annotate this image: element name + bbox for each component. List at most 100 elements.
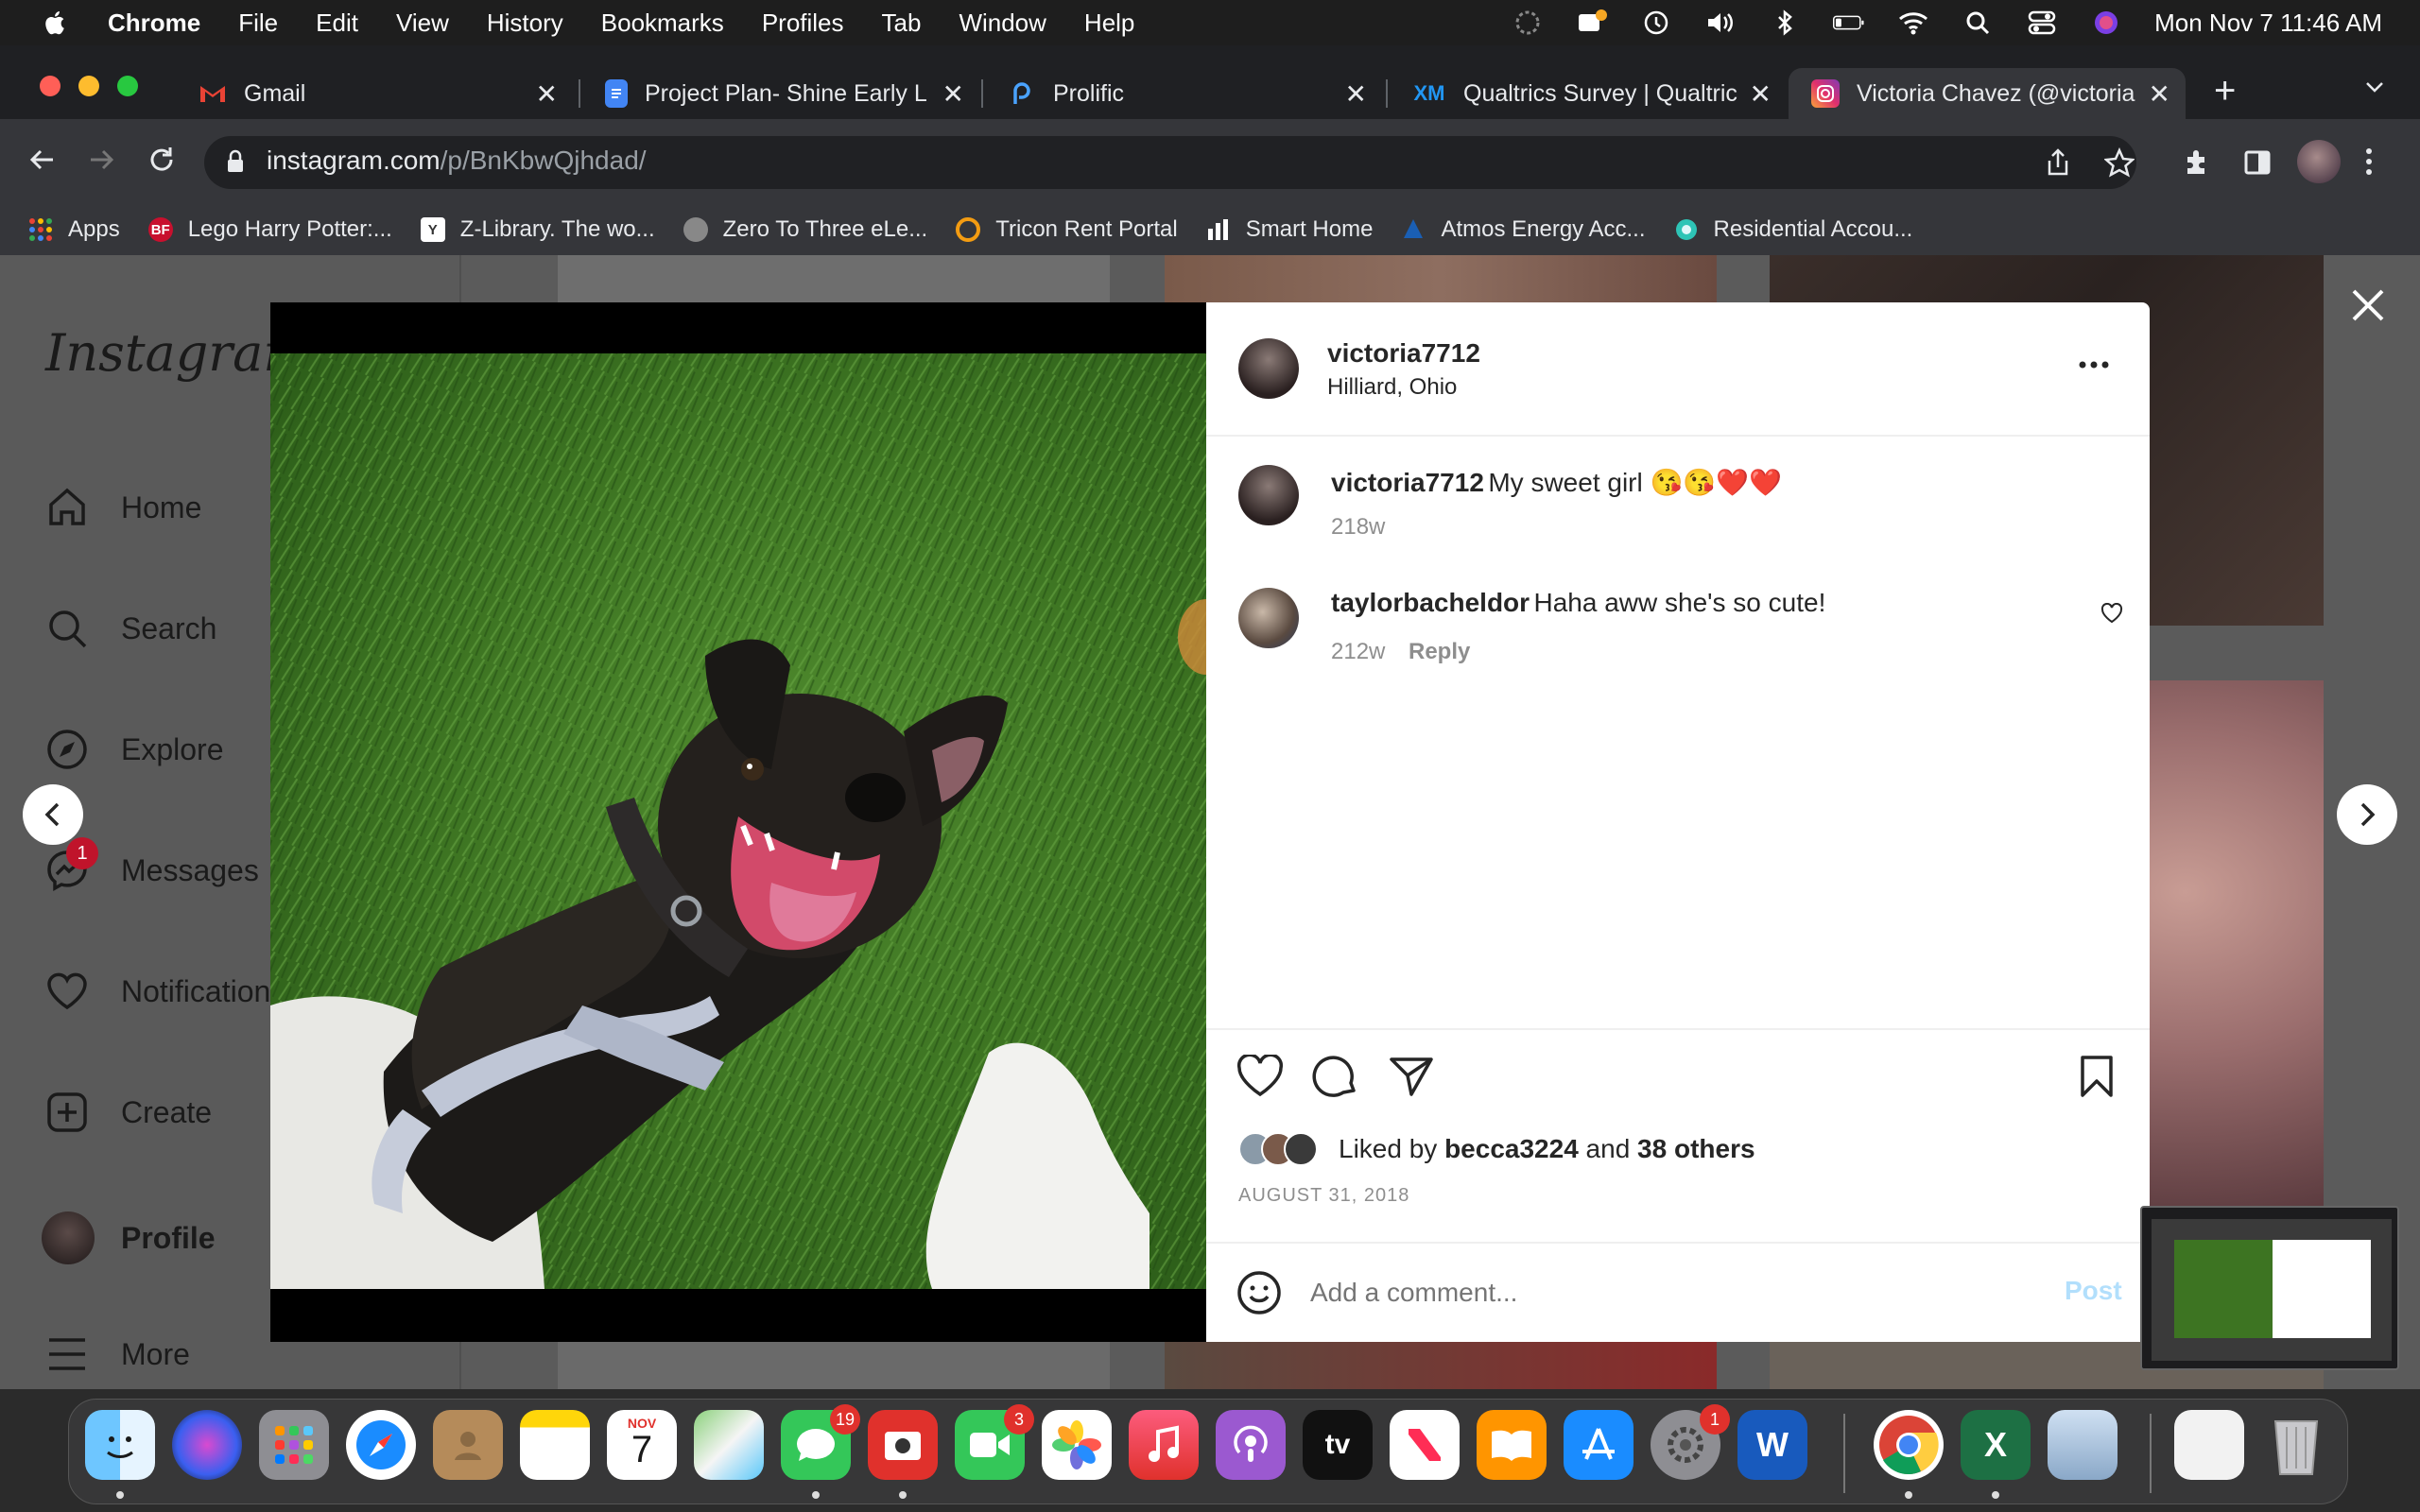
comment-age[interactable]: 212w	[1331, 639, 1385, 665]
forward-icon[interactable]	[85, 144, 117, 180]
like-icon[interactable]	[1236, 1053, 1284, 1103]
control-center-icon[interactable]	[2026, 9, 2058, 37]
menu-file[interactable]: File	[238, 9, 278, 38]
apple-icon[interactable]	[42, 9, 70, 37]
post-date[interactable]: AUGUST 31, 2018	[1238, 1185, 1409, 1207]
bookmark-smart-home[interactable]: Smart Home	[1206, 216, 1373, 243]
photo-booth-icon[interactable]	[868, 1410, 938, 1480]
menu-view[interactable]: View	[396, 9, 449, 38]
close-modal-icon[interactable]	[2350, 287, 2386, 328]
bookmark-zero-to-three[interactable]: Zero To Three eLe...	[683, 216, 927, 243]
address-text[interactable]: instagram.com/p/BnKbwQjhdad/	[267, 146, 647, 176]
excel-icon[interactable]: X	[1961, 1410, 2031, 1480]
word-icon[interactable]: W	[1737, 1410, 1807, 1480]
commenter-avatar[interactable]	[1238, 588, 1299, 648]
profile-avatar[interactable]	[2297, 140, 2341, 183]
preview-icon[interactable]	[2048, 1410, 2118, 1480]
nav-create[interactable]: Create	[45, 1091, 212, 1134]
window-close-button[interactable]	[40, 76, 60, 96]
menu-history[interactable]: History	[487, 9, 563, 38]
launchpad-icon[interactable]	[259, 1410, 329, 1480]
extensions-icon[interactable]	[2182, 147, 2212, 182]
comment-icon[interactable]	[1312, 1055, 1359, 1103]
menu-help[interactable]: Help	[1084, 9, 1134, 38]
menu-app-name[interactable]: Chrome	[108, 9, 200, 38]
grid-photo[interactable]	[558, 1342, 1110, 1389]
bookmark-lego[interactable]: BF Lego Harry Potter:...	[147, 216, 392, 243]
comment-author[interactable]: taylorbacheldor	[1331, 588, 1530, 617]
volume-icon[interactable]	[1704, 9, 1737, 37]
focus-icon[interactable]	[1512, 9, 1544, 37]
liked-others[interactable]: 38 others	[1637, 1134, 1755, 1163]
previous-post-button[interactable]	[23, 784, 83, 845]
nav-more[interactable]: More	[45, 1332, 190, 1376]
notification-icon[interactable]	[1576, 9, 1608, 37]
finder-icon[interactable]	[85, 1410, 155, 1480]
photos-icon[interactable]	[1042, 1410, 1112, 1480]
author-avatar[interactable]	[1238, 338, 1299, 399]
lock-icon[interactable]	[225, 149, 246, 179]
tab-project-plan[interactable]: Project Plan- Shine Early L ✕	[582, 68, 979, 119]
time-machine-icon[interactable]	[1640, 9, 1672, 37]
save-icon[interactable]	[2078, 1055, 2116, 1103]
bookmark-residential[interactable]: Residential Accou...	[1674, 216, 1912, 243]
close-icon[interactable]: ✕	[536, 78, 558, 110]
tab-search-icon[interactable]	[2363, 77, 2386, 101]
battery-icon[interactable]	[1833, 9, 1865, 37]
menu-datetime[interactable]: Mon Nov 7 11:46 AM	[2154, 9, 2382, 38]
pdf-document-icon[interactable]	[2174, 1410, 2244, 1480]
share-post-icon[interactable]	[1388, 1055, 1435, 1103]
grid-photo[interactable]	[1165, 1342, 1717, 1389]
chrome-menu-icon[interactable]	[2363, 146, 2375, 182]
caption-age[interactable]: 218w	[1331, 514, 1385, 541]
news-icon[interactable]	[1390, 1410, 1460, 1480]
comment-like-icon[interactable]	[2100, 602, 2123, 628]
close-icon[interactable]: ✕	[2149, 78, 2170, 110]
menu-window[interactable]: Window	[959, 9, 1046, 38]
comment-reply-button[interactable]: Reply	[1409, 639, 1470, 665]
window-minimize-button[interactable]	[78, 76, 99, 96]
share-icon[interactable]	[2044, 147, 2072, 182]
caption-avatar[interactable]	[1238, 465, 1299, 525]
tab-instagram-active[interactable]: Victoria Chavez (@victoria ✕	[1789, 68, 2186, 119]
books-icon[interactable]	[1477, 1410, 1547, 1480]
tab-qualtrics[interactable]: XM Qualtrics Survey | Qualtric ✕	[1390, 68, 1787, 119]
bookmark-star-icon[interactable]	[2102, 146, 2136, 182]
tab-gmail[interactable]: Gmail ✕	[176, 68, 573, 119]
app-store-icon[interactable]	[1564, 1410, 1634, 1480]
bluetooth-icon[interactable]	[1769, 9, 1801, 37]
liker-avatar[interactable]	[1284, 1132, 1318, 1166]
screenshot-thumbnail[interactable]	[2140, 1206, 2399, 1370]
liked-user[interactable]: becca3224	[1444, 1134, 1579, 1163]
music-icon[interactable]	[1129, 1410, 1199, 1480]
calendar-icon[interactable]: NOV 7	[607, 1410, 677, 1480]
back-icon[interactable]	[26, 144, 59, 180]
contacts-icon[interactable]	[433, 1410, 503, 1480]
trash-icon[interactable]	[2261, 1410, 2331, 1480]
post-location[interactable]: Hilliard, Ohio	[1327, 374, 1457, 401]
safari-icon[interactable]	[346, 1410, 416, 1480]
menu-profiles[interactable]: Profiles	[762, 9, 844, 38]
apple-tv-icon[interactable]: tv	[1303, 1410, 1373, 1480]
comment-input[interactable]	[1310, 1272, 1953, 1314]
podcasts-icon[interactable]	[1216, 1410, 1286, 1480]
post-author[interactable]: victoria7712	[1327, 338, 1480, 369]
menu-edit[interactable]: Edit	[316, 9, 358, 38]
menu-bookmarks[interactable]: Bookmarks	[601, 9, 724, 38]
close-icon[interactable]: ✕	[1750, 78, 1772, 110]
notes-icon[interactable]	[520, 1410, 590, 1480]
more-options-icon[interactable]	[2078, 357, 2110, 374]
bookmark-apps[interactable]: Apps	[28, 216, 120, 243]
bookmark-atmos[interactable]: Atmos Energy Acc...	[1401, 216, 1646, 243]
next-post-button[interactable]	[2337, 784, 2397, 845]
siri-icon[interactable]	[2090, 9, 2122, 37]
spotlight-icon[interactable]	[1962, 9, 1994, 37]
maps-icon[interactable]	[694, 1410, 764, 1480]
nav-search[interactable]: Search	[45, 607, 216, 650]
bookmark-tricon[interactable]: Tricon Rent Portal	[956, 216, 1178, 243]
wifi-icon[interactable]	[1897, 9, 1929, 37]
siri-app-icon[interactable]	[172, 1410, 242, 1480]
post-photo[interactable]	[270, 353, 1206, 1289]
nav-home[interactable]: Home	[45, 486, 201, 529]
emoji-icon[interactable]	[1236, 1270, 1282, 1320]
